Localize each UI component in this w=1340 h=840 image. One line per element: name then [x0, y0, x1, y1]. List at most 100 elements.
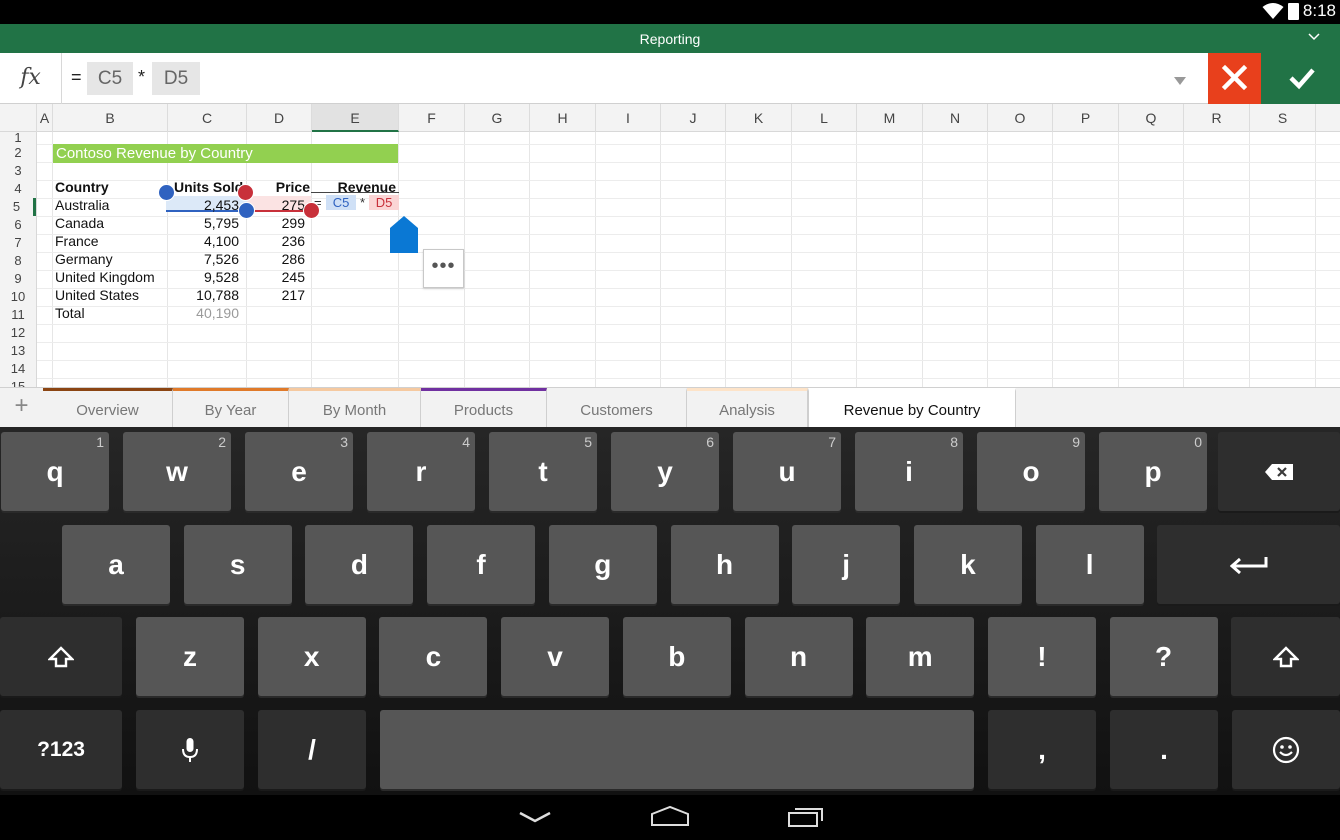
formula-token-c5[interactable]: C5 [87, 62, 133, 95]
key-g[interactable]: g [548, 525, 657, 604]
country-cell[interactable]: Australia [55, 196, 165, 214]
slash-key[interactable]: / [258, 710, 366, 789]
row-header-10[interactable]: 10 [0, 288, 36, 306]
header-country[interactable]: Country [55, 178, 165, 196]
selection-handle-d5-end[interactable] [303, 202, 320, 219]
sheet-title-cell[interactable]: Contoso Revenue by Country [53, 144, 398, 163]
key-q[interactable]: 1q [1, 432, 109, 511]
column-header-p[interactable]: P [1053, 104, 1119, 132]
row-header-6[interactable]: 6 [0, 216, 36, 234]
symbols-key[interactable]: ?123 [0, 710, 122, 789]
key-z[interactable]: z [136, 617, 244, 696]
column-header-k[interactable]: K [726, 104, 792, 132]
key-o[interactable]: 9o [977, 432, 1085, 511]
units-cell[interactable]: 4,100 [168, 232, 239, 250]
units-cell[interactable]: 7,526 [168, 250, 239, 268]
sheet-tab-products[interactable]: Products [421, 388, 547, 427]
price-cell[interactable]: 217 [248, 286, 305, 304]
price-cell[interactable]: 245 [248, 268, 305, 286]
row-header-5[interactable]: 5 [0, 198, 36, 216]
column-header-e[interactable]: E [312, 104, 399, 132]
cancel-button[interactable] [1208, 53, 1261, 104]
key-y[interactable]: 6y [611, 432, 719, 511]
column-header-r[interactable]: R [1184, 104, 1250, 132]
sheet-tab-by-month[interactable]: By Month [289, 388, 421, 427]
column-header-c[interactable]: C [168, 104, 247, 132]
key-v[interactable]: v [501, 617, 610, 696]
comma-key[interactable]: , [988, 710, 1096, 789]
key-k[interactable]: k [913, 525, 1022, 604]
key-d[interactable]: d [305, 525, 414, 604]
key-w[interactable]: 2w [123, 432, 231, 511]
country-cell[interactable]: Canada [55, 214, 165, 232]
country-cell[interactable]: United Kingdom [55, 268, 165, 286]
text-cursor-handle-icon[interactable] [390, 216, 418, 253]
key-b[interactable]: b [622, 617, 731, 696]
selection-handle-c5-start[interactable] [158, 184, 175, 201]
column-header-g[interactable]: G [465, 104, 530, 132]
cell-formula-ref-c5[interactable]: C5 [326, 195, 356, 210]
row-header-7[interactable]: 7 [0, 234, 36, 252]
selection-handle-d5-start[interactable] [237, 184, 254, 201]
recent-apps-icon[interactable] [787, 806, 825, 828]
column-header-o[interactable]: O [988, 104, 1053, 132]
key-u[interactable]: 7u [733, 432, 841, 511]
key-x[interactable]: x [257, 617, 366, 696]
header-price[interactable]: Price [248, 178, 310, 196]
row-header-14[interactable]: 14 [0, 360, 36, 378]
space-key[interactable] [380, 710, 974, 789]
title-bar[interactable]: Reporting [0, 24, 1340, 53]
row-header-2[interactable]: 2 [0, 144, 36, 162]
backspace-key[interactable] [1218, 432, 1340, 511]
column-header-j[interactable]: J [661, 104, 726, 132]
column-header-s[interactable]: S [1250, 104, 1316, 132]
key-h[interactable]: h [670, 525, 779, 604]
sheet-tab-customers[interactable]: Customers [547, 388, 687, 427]
chevron-down-icon[interactable] [1308, 33, 1320, 41]
column-header-b[interactable]: B [53, 104, 168, 132]
row-header-8[interactable]: 8 [0, 252, 36, 270]
column-header-h[interactable]: H [530, 104, 596, 132]
column-header-m[interactable]: M [857, 104, 923, 132]
key-p[interactable]: 0p [1099, 432, 1207, 511]
key-c[interactable]: c [379, 617, 488, 696]
row-header-11[interactable]: 11 [0, 306, 36, 324]
sheet-tab-revenue-by-country[interactable]: Revenue by Country [808, 388, 1016, 428]
voice-input-key[interactable] [136, 710, 244, 789]
total-units[interactable]: 40,190 [168, 304, 239, 322]
key-l[interactable]: l [1035, 525, 1144, 604]
sheet-tab-by-year[interactable]: By Year [173, 388, 289, 427]
header-revenue[interactable]: Revenue [312, 178, 396, 196]
key-s[interactable]: s [183, 525, 292, 604]
country-cell[interactable]: France [55, 232, 165, 250]
units-cell[interactable]: 9,528 [168, 268, 239, 286]
key-i[interactable]: 8i [855, 432, 963, 511]
row-header-3[interactable]: 3 [0, 162, 36, 180]
row-header-4[interactable]: 4 [0, 180, 36, 198]
key-n[interactable]: n [744, 617, 853, 696]
column-header-i[interactable]: I [596, 104, 661, 132]
enter-key[interactable] [1157, 525, 1340, 604]
key-a[interactable]: a [62, 525, 170, 604]
confirm-button[interactable] [1261, 53, 1340, 104]
total-label[interactable]: Total [55, 304, 165, 322]
key-t[interactable]: 5t [489, 432, 597, 511]
key-f[interactable]: f [427, 525, 536, 604]
key-exclamation[interactable]: ! [987, 617, 1096, 696]
row-header-9[interactable]: 9 [0, 270, 36, 288]
price-cell[interactable]: 286 [248, 250, 305, 268]
key-e[interactable]: 3e [245, 432, 353, 511]
price-cell[interactable]: 236 [248, 232, 305, 250]
column-header-n[interactable]: N [923, 104, 988, 132]
cell-formula-ref-d5[interactable]: D5 [369, 195, 399, 210]
units-cell[interactable]: 2,453 [168, 196, 239, 214]
key-j[interactable]: j [792, 525, 901, 604]
price-cell[interactable]: 299 [248, 214, 305, 232]
key-m[interactable]: m [866, 617, 975, 696]
corner-cell[interactable] [0, 104, 37, 132]
key-question[interactable]: ? [1109, 617, 1218, 696]
country-cell[interactable]: Germany [55, 250, 165, 268]
row-header-1[interactable]: 1 [0, 131, 36, 144]
column-header-q[interactable]: Q [1119, 104, 1184, 132]
add-sheet-button[interactable]: + [0, 388, 43, 427]
